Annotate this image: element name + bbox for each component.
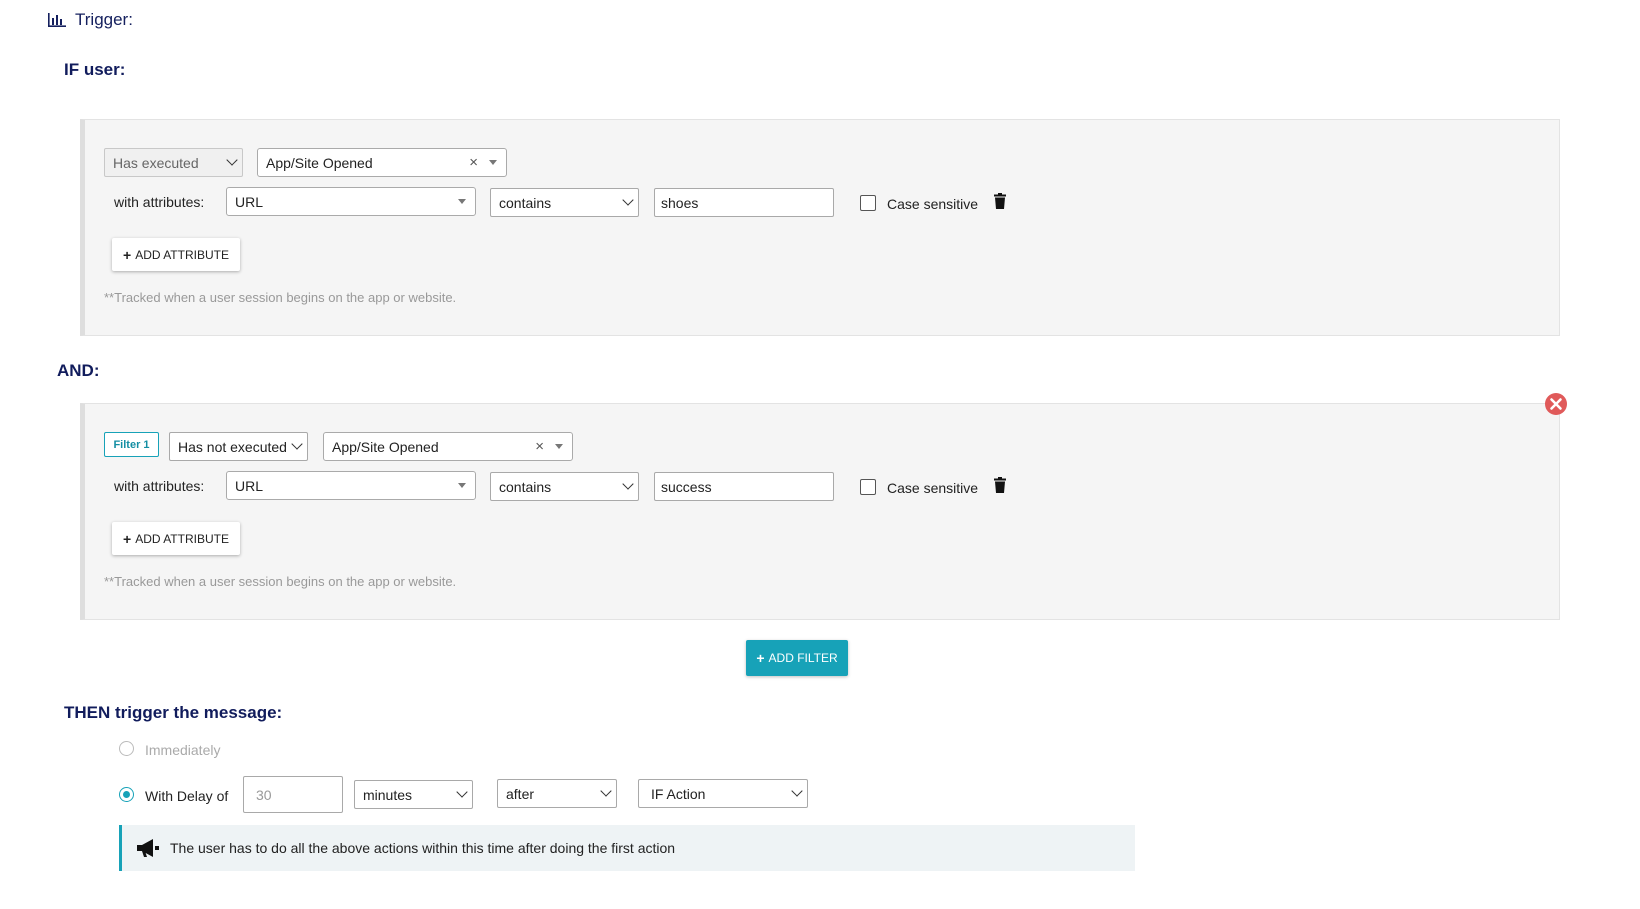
tracking-note: **Tracked when a user session begins on … (104, 290, 457, 305)
reference-select-value: IF Action (651, 785, 706, 802)
operator-select-value: contains (499, 478, 552, 495)
delay-unit-value: minutes (363, 786, 413, 803)
chevron-down-icon (622, 478, 634, 490)
action-select[interactable]: Has executed (104, 148, 243, 177)
add-filter-label: ADD FILTER (768, 651, 838, 665)
with-attributes-label: with attributes: (114, 194, 205, 210)
dropdown-arrow-icon (489, 160, 497, 165)
relation-select[interactable]: after (497, 779, 617, 808)
attribute-select[interactable]: URL (226, 471, 476, 500)
with-delay-radio[interactable] (119, 787, 134, 802)
chevron-down-icon (456, 786, 468, 798)
chevron-down-icon (291, 438, 303, 450)
action-select-value: Has executed (113, 154, 199, 171)
immediately-label: Immediately (145, 742, 221, 758)
case-sensitive-label: Case sensitive (887, 480, 979, 496)
trigger-header: Trigger: (48, 10, 133, 30)
info-text: The user has to do all the above actions… (170, 840, 676, 856)
action-select[interactable]: Has not executed (169, 432, 308, 461)
attribute-select-value: URL (235, 477, 264, 494)
operator-select[interactable]: contains (490, 472, 639, 501)
with-delay-label: With Delay of (145, 788, 229, 804)
chevron-down-icon (226, 154, 238, 166)
trash-icon[interactable] (994, 193, 1006, 209)
clear-icon[interactable]: × (535, 438, 544, 455)
operator-select-value: contains (499, 194, 552, 211)
case-sensitive-label: Case sensitive (887, 196, 979, 212)
dropdown-arrow-icon (458, 199, 466, 204)
add-attribute-label: ADD ATTRIBUTE (135, 247, 229, 262)
reference-select[interactable]: IF Action (638, 779, 808, 808)
then-heading: THEN trigger the message: (64, 703, 283, 722)
add-attribute-label: ADD ATTRIBUTE (135, 531, 229, 546)
add-attribute-button[interactable]: + ADD ATTRIBUTE (112, 522, 240, 555)
with-attributes-label: with attributes: (114, 478, 205, 494)
chevron-down-icon (791, 785, 803, 797)
event-select[interactable]: App/Site Opened × (323, 432, 573, 461)
trash-icon[interactable] (994, 477, 1006, 493)
plus-icon: + (756, 650, 765, 666)
if-user-heading: IF user: (64, 60, 126, 79)
and-heading: AND: (57, 361, 100, 380)
remove-filter-icon[interactable] (1544, 392, 1568, 416)
dropdown-arrow-icon (555, 444, 563, 449)
megaphone-icon (137, 839, 159, 857)
attribute-select[interactable]: URL (226, 187, 476, 216)
bar-chart-icon (48, 13, 66, 27)
event-select[interactable]: App/Site Opened × (257, 148, 507, 177)
attribute-select-value: URL (235, 193, 264, 210)
operator-select[interactable]: contains (490, 188, 639, 217)
action-select-value: Has not executed (178, 438, 287, 455)
dropdown-arrow-icon (458, 483, 466, 488)
case-sensitive-checkbox[interactable] (860, 195, 876, 211)
relation-select-value: after (506, 785, 535, 802)
info-alert: The user has to do all the above actions… (119, 825, 1135, 871)
event-select-value: App/Site Opened (266, 154, 373, 171)
delay-input[interactable]: 30 (243, 776, 343, 813)
clear-icon[interactable]: × (469, 154, 478, 171)
page-title: Trigger: (75, 10, 133, 29)
add-attribute-button[interactable]: + ADD ATTRIBUTE (112, 238, 240, 271)
attribute-value-input[interactable]: success (654, 472, 834, 501)
event-select-value: App/Site Opened (332, 438, 439, 455)
add-filter-button[interactable]: + ADD FILTER (746, 640, 848, 676)
chevron-down-icon (622, 194, 634, 206)
immediately-radio[interactable] (119, 741, 134, 756)
case-sensitive-checkbox[interactable] (860, 479, 876, 495)
chevron-down-icon (600, 785, 612, 797)
plus-icon: + (123, 246, 132, 263)
filter-badge: Filter 1 (104, 432, 159, 457)
plus-icon: + (123, 530, 132, 547)
tracking-note: **Tracked when a user session begins on … (104, 574, 457, 589)
delay-unit-select[interactable]: minutes (354, 780, 473, 809)
attribute-value-input[interactable]: shoes (654, 188, 834, 217)
